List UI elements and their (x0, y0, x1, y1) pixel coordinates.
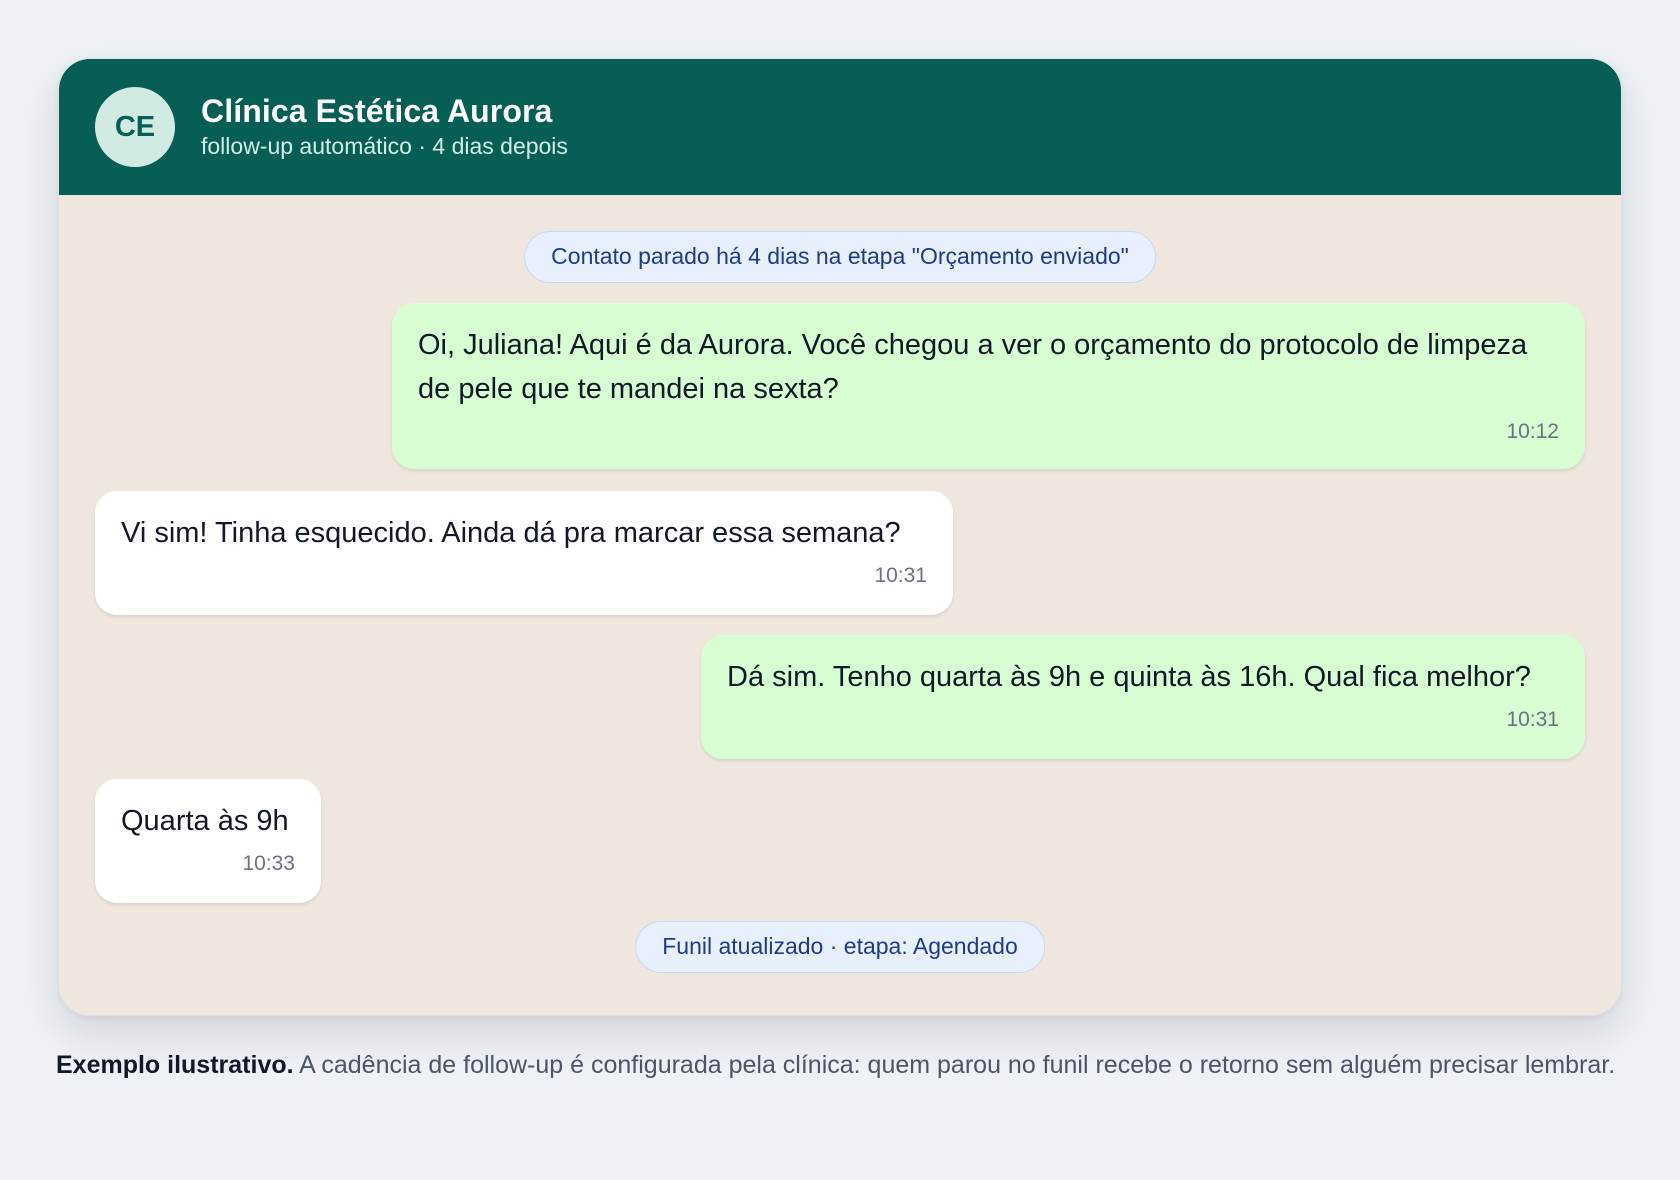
message-bubble-outgoing[interactable]: Dá sim. Tenho quarta às 9h e quinta às 1… (701, 635, 1585, 759)
message-text: Oi, Juliana! Aqui é da Aurora. Você cheg… (418, 329, 1528, 405)
system-note-funnel-updated: Funil atualizado · etapa: Agendado (635, 921, 1045, 973)
caption: Exemplo ilustrativo. A cadência de follo… (56, 1046, 1616, 1084)
message-bubble-incoming[interactable]: Quarta às 9h 10:33 (95, 779, 321, 903)
message-text: Quarta às 9h (121, 805, 289, 837)
message-time: 10:31 (874, 564, 927, 587)
message-text: Dá sim. Tenho quarta às 9h e quinta às 1… (727, 661, 1531, 693)
caption-text: A cadência de follow-up é configurada pe… (293, 1051, 1616, 1079)
contact-name: Clínica Estética Aurora (201, 93, 553, 129)
message-time: 10:31 (1506, 708, 1559, 731)
message-text: Vi sim! Tinha esquecido. Ainda dá pra ma… (121, 517, 901, 549)
caption-lead: Exemplo ilustrativo. (56, 1051, 294, 1079)
message-bubble-incoming[interactable]: Vi sim! Tinha esquecido. Ainda dá pra ma… (95, 491, 953, 615)
header-text: Clínica Estética Aurora follow-up automá… (201, 93, 568, 161)
chat-window: CE Clínica Estética Aurora follow-up aut… (58, 58, 1622, 1016)
avatar[interactable]: CE (95, 87, 175, 167)
message-list[interactable]: Contato parado há 4 dias na etapa "Orçam… (59, 195, 1621, 1015)
message-time: 10:33 (242, 852, 295, 875)
message-bubble-outgoing[interactable]: Oi, Juliana! Aqui é da Aurora. Você cheg… (392, 303, 1585, 469)
system-note-stalled-contact: Contato parado há 4 dias na etapa "Orçam… (524, 231, 1156, 283)
contact-status: follow-up automático · 4 dias depois (201, 133, 568, 159)
message-time: 10:12 (1506, 420, 1559, 443)
chat-header: CE Clínica Estética Aurora follow-up aut… (59, 59, 1621, 195)
